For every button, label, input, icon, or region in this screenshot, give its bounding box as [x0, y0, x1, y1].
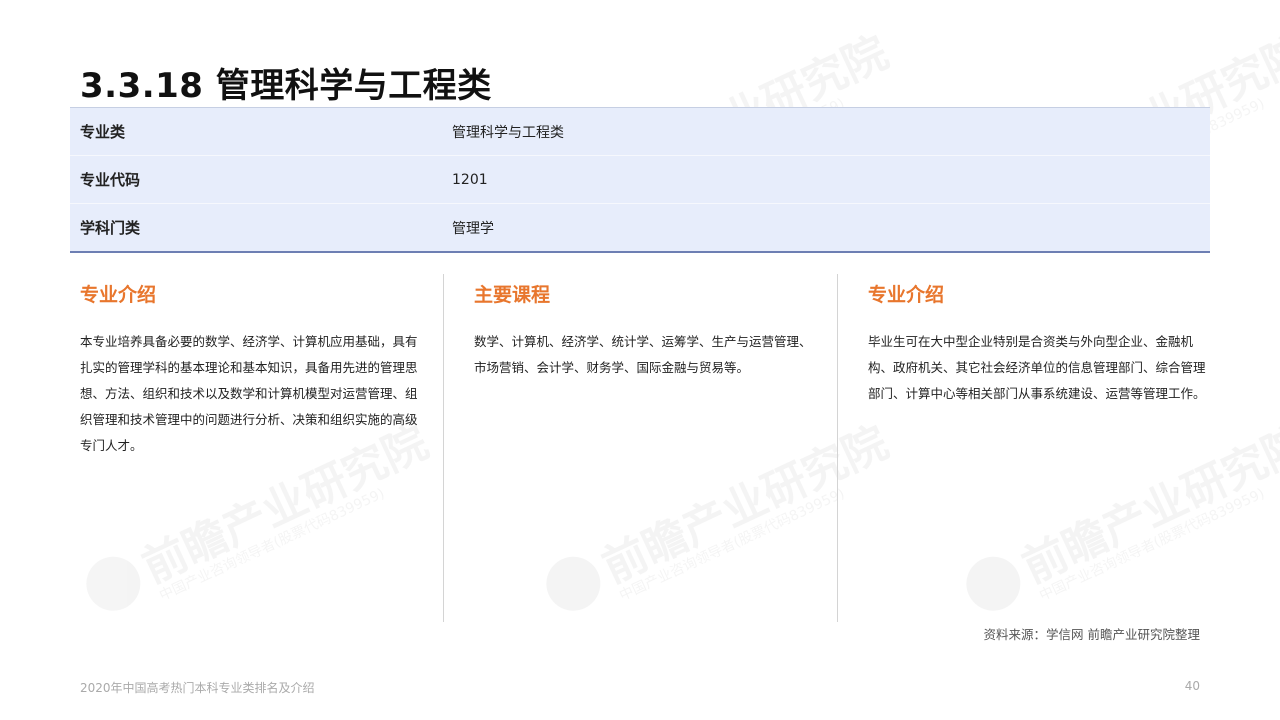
table-row: 专业类 管理科学与工程类: [70, 108, 1210, 156]
row-value: 1201: [452, 171, 488, 188]
column-body: 数学、计算机、经济学、统计学、运筹学、生产与运营管理、市场营销、会计学、财务学、…: [474, 334, 812, 375]
watermark: 前瞻产业研究院 中国产业咨询领导者(股票代码839959): [950, 417, 1280, 654]
column-divider: [443, 274, 444, 622]
watermark: 前瞻产业研究院 中国产业咨询领导者(股票代码839959): [530, 417, 896, 654]
column-body: 毕业生可在大中型企业特别是合资类与外向型企业、金融机构、政府机关、其它社会经济单…: [868, 334, 1206, 401]
column-heading: 专业介绍: [80, 284, 157, 306]
footer-document-title: 2020年中国高考热门本科专业类排名及介绍: [80, 681, 315, 695]
row-value: 管理科学与工程类: [452, 124, 564, 141]
watermark-subtext: 中国产业咨询领导者(股票代码839959): [157, 485, 388, 605]
row-value: 管理学: [452, 220, 494, 237]
page-number: 40: [1184, 679, 1200, 693]
column-body: 本专业培养具备必要的数学、经济学、计算机应用基础，具有扎实的管理学科的基本理论和…: [80, 334, 418, 453]
row-label: 专业代码: [80, 171, 141, 189]
watermark-text: 前瞻产业研究院: [1014, 416, 1280, 594]
main-courses-column: 主要课程 数学、计算机、经济学、统计学、运筹学、生产与运营管理、市场营销、会计学…: [474, 280, 814, 381]
watermark-subtext: 中国产业咨询领导者(股票代码839959): [1037, 485, 1268, 605]
page-title: 3.3.18 管理科学与工程类: [80, 66, 492, 106]
row-label: 学科门类: [80, 219, 141, 237]
column-divider: [837, 274, 838, 622]
watermark-subtext: 中国产业咨询领导者(股票代码839959): [617, 485, 848, 605]
watermark: 前瞻产业研究院 中国产业咨询领导者(股票代码839959): [70, 417, 436, 654]
info-table: 专业类 管理科学与工程类 专业代码 1201 学科门类 管理学: [70, 107, 1210, 253]
table-row: 专业代码 1201: [70, 156, 1210, 204]
column-heading: 专业介绍: [868, 284, 945, 306]
row-label: 专业类: [80, 123, 126, 141]
watermark-logo-icon: [537, 547, 610, 620]
table-row: 学科门类 管理学: [70, 204, 1210, 251]
watermark-logo-icon: [77, 547, 150, 620]
column-heading: 主要课程: [474, 284, 551, 306]
career-intro-column: 专业介绍 毕业生可在大中型企业特别是合资类与外向型企业、金融机构、政府机关、其它…: [868, 280, 1208, 407]
major-intro-column: 专业介绍 本专业培养具备必要的数学、经济学、计算机应用基础，具有扎实的管理学科的…: [80, 280, 420, 459]
watermark-logo-icon: [957, 547, 1030, 620]
source-note: 资料来源：学信网 前瞻产业研究院整理: [983, 627, 1200, 642]
watermark-text: 前瞻产业研究院: [594, 416, 896, 594]
